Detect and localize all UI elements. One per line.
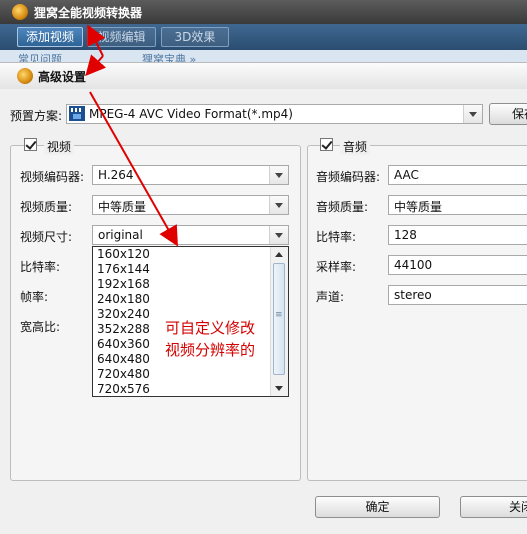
arrow-to-video-size bbox=[89, 91, 178, 247]
arrow-to-advanced-settings bbox=[85, 54, 107, 76]
annotation-arrows bbox=[85, 24, 178, 247]
arrow-to-add-video bbox=[87, 24, 106, 57]
ok-button[interactable]: 确定 bbox=[315, 496, 440, 518]
close-button[interactable]: 关闭 bbox=[460, 496, 527, 518]
